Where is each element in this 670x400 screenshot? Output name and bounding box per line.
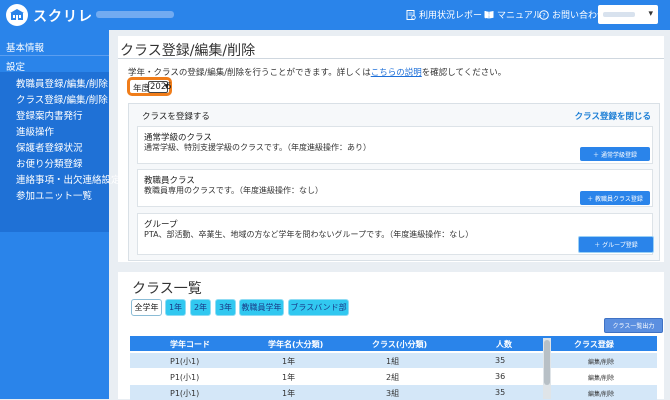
top-bar: スクリレ 利用状況レポート マニュアル ? お問い合わせ ▾ <box>0 0 670 30</box>
sidebar-item-contact-attendance[interactable]: 連絡事項・出欠連絡設定 <box>16 172 121 186</box>
school-name-redacted <box>96 11 174 18</box>
sidebar-item-staff[interactable]: 教職員登録/編集/削除 <box>16 76 108 90</box>
app-name[interactable]: スクリレ <box>33 6 93 26</box>
table-header: 学年コード 学年名(大分類) クラス(小分類) 人数 クラス登録 <box>130 336 657 351</box>
nav-manual-label: マニュアル <box>497 11 542 21</box>
cell-count: 35 <box>495 388 506 397</box>
sidebar: 基本情報 設定 教職員登録/編集/削除 クラス登録/編集/削除 登録案内書発行 … <box>0 30 121 399</box>
register-panel-title: クラスを登録する <box>142 112 210 122</box>
tab-staff-grade[interactable]: 教職員学年 <box>239 299 284 316</box>
cell-class: 3組 <box>386 389 400 398</box>
column-header: 学年名(大分類) <box>268 340 324 349</box>
book-icon <box>484 11 494 19</box>
add-regular-class-button[interactable]: ＋ 通常学級登録 <box>580 147 650 161</box>
tab-grade-3[interactable]: 3年 <box>215 299 236 316</box>
title-divider <box>118 58 664 59</box>
cell-class: 1組 <box>386 357 400 366</box>
class-list-section: クラス一覧 全学年 1年 2年 3年 教職員学年 ブラスバンド部 クラス一覧出力… <box>118 272 664 400</box>
close-register-link[interactable]: クラス登録を閉じる <box>575 110 651 122</box>
column-header: 人数 <box>496 340 512 349</box>
sidebar-section-settings[interactable]: 設定 <box>6 59 25 73</box>
table-row: P1(小1) 1年 1組 35 編集/削除 <box>130 353 657 368</box>
cell-code: P1(小1) <box>170 389 200 398</box>
cell-class: 2組 <box>386 373 400 382</box>
app-logo[interactable] <box>6 4 28 26</box>
cell-grade: 1年 <box>282 389 296 398</box>
edit-delete-link[interactable]: 編集/削除 <box>588 389 614 398</box>
sidebar-section-basic-info[interactable]: 基本情報 <box>6 40 44 54</box>
column-header: クラス(小分類) <box>372 340 428 349</box>
table-scrollbar[interactable] <box>543 338 551 399</box>
sidebar-item-units[interactable]: 参加ユニット一覧 <box>16 188 92 202</box>
year-select[interactable]: 2025 ▼ <box>148 81 172 93</box>
chevron-down-icon: ▾ <box>648 9 653 19</box>
user-menu-dropdown[interactable]: ▾ <box>598 5 658 24</box>
cell-count: 36 <box>495 372 506 381</box>
help-circle-icon: ? <box>539 9 549 20</box>
card-desc: 通常学級、特別支援学級のクラスです。（年度進級操作：あり） <box>144 143 372 152</box>
class-list-title: クラス一覧 <box>132 281 202 297</box>
tab-brass-band[interactable]: ブラスバンド部 <box>288 299 349 316</box>
sidebar-item-guardian-status[interactable]: 保護者登録状況 <box>16 140 83 154</box>
register-card-group: グループ PTA、部活動、卒業生、地域の方など学年を問わないグループです。（年度… <box>137 213 654 255</box>
sidebar-item-class[interactable]: クラス登録/編集/削除 <box>16 92 108 106</box>
nav-usage-report[interactable]: 利用状況レポート <box>406 8 491 21</box>
column-header: 学年コード <box>170 340 210 349</box>
edit-delete-link[interactable]: 編集/削除 <box>588 357 614 366</box>
help-link[interactable]: こちらの説明 <box>371 68 422 78</box>
tab-grade-1[interactable]: 1年 <box>165 299 186 316</box>
register-card-regular: 通常学級のクラス 通常学級、特別支援学級のクラスです。（年度進級操作：あり） ＋… <box>137 126 653 164</box>
cell-count: 35 <box>495 356 506 365</box>
school-icon <box>10 9 24 20</box>
add-group-button[interactable]: ＋ グループ登録 <box>578 236 654 253</box>
sidebar-item-letter-category[interactable]: お便り分類登録 <box>16 156 83 170</box>
edit-delete-link[interactable]: 編集/削除 <box>588 373 614 382</box>
class-register-panel: クラスを登録する クラス登録を閉じる 通常学級のクラス 通常学級、特別支援学級の… <box>128 103 660 261</box>
card-desc: 教職員専用のクラスです。（年度進級操作：なし） <box>144 186 324 195</box>
cell-grade: 1年 <box>282 373 296 382</box>
scrollbar-thumb[interactable] <box>544 340 550 385</box>
tab-grade-2[interactable]: 2年 <box>190 299 211 316</box>
sidebar-item-promotion[interactable]: 進級操作 <box>16 124 54 138</box>
add-staff-class-button[interactable]: ＋ 教職員クラス登録 <box>580 191 650 205</box>
user-name-redacted <box>603 12 635 17</box>
export-class-list-button[interactable]: クラス一覧出力 <box>604 318 663 333</box>
register-card-staff: 教職員クラス 教職員専用のクラスです。（年度進級操作：なし） ＋ 教職員クラス登… <box>137 169 653 207</box>
tab-all-grades[interactable]: 全学年 <box>131 299 162 316</box>
svg-text:?: ? <box>542 11 545 19</box>
desc-text-after: を確認してください。 <box>421 68 507 78</box>
nav-manual[interactable]: マニュアル <box>484 8 542 21</box>
cell-grade: 1年 <box>282 357 296 366</box>
sidebar-divider <box>0 55 109 56</box>
table-row: P1(小1) 1年 2組 36 編集/削除 <box>130 369 657 384</box>
sidebar-item-guide-issue[interactable]: 登録案内書発行 <box>16 108 83 122</box>
cell-code: P1(小1) <box>170 357 200 366</box>
chevron-down-icon: ▼ <box>164 83 169 90</box>
nav-contact[interactable]: ? お問い合わせ <box>539 8 606 21</box>
page-description: 学年・クラスの登録/編集/削除を行うことができます。詳しくはこちらの説明を確認し… <box>128 66 506 78</box>
nav-usage-report-label: 利用状況レポート <box>419 11 492 21</box>
card-desc: PTA、部活動、卒業生、地域の方など学年を問わないグループです。（年度進級操作：… <box>144 230 474 239</box>
cell-code: P1(小1) <box>170 373 200 382</box>
page-title: クラス登録/編集/削除 <box>120 43 256 59</box>
main-panel: クラス登録/編集/削除 学年・クラスの登録/編集/削除を行うことができます。詳し… <box>118 36 664 262</box>
table-row: P1(小1) 1年 3組 35 編集/削除 <box>130 385 657 400</box>
report-icon <box>406 9 416 20</box>
column-header: クラス登録 <box>574 340 614 349</box>
